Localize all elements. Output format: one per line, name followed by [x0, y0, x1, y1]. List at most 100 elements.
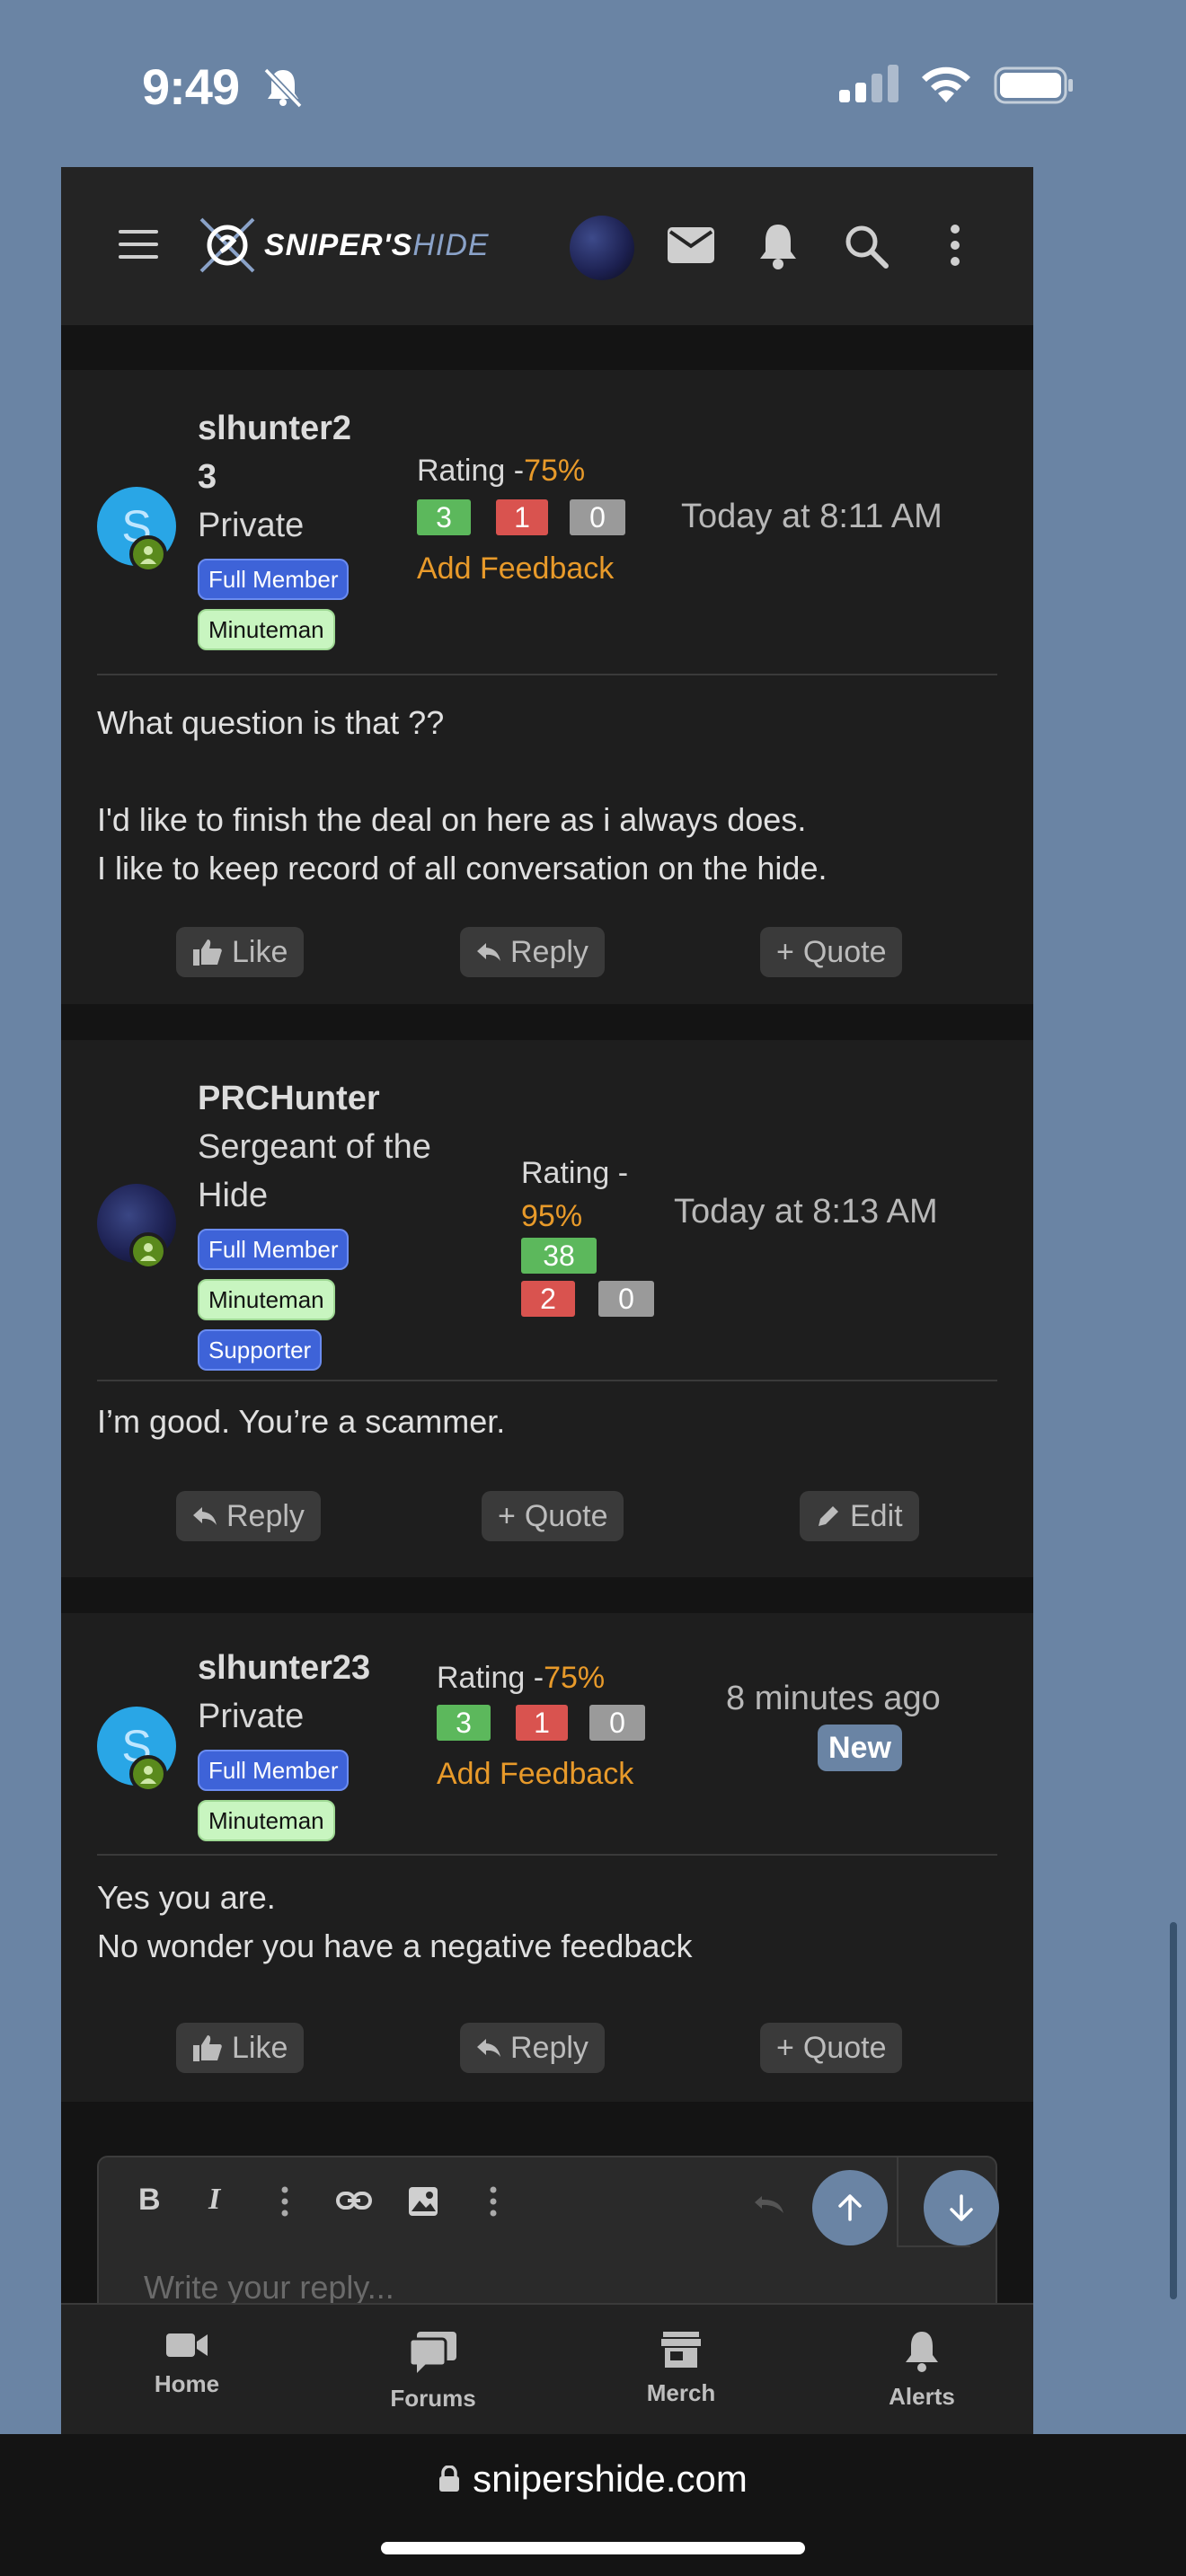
- like-label: Like: [232, 2031, 288, 2065]
- wifi-icon: [922, 66, 970, 102]
- rating-label: Rating -: [521, 1156, 629, 1190]
- page-scrollbar[interactable]: [1170, 1922, 1177, 2299]
- scroll-to-bottom-button[interactable]: [924, 2170, 999, 2245]
- store-icon: [661, 2332, 701, 2368]
- scroll-to-top-button[interactable]: [812, 2170, 888, 2245]
- more-menu-icon[interactable]: [949, 223, 961, 268]
- bold-icon[interactable]: B: [138, 2183, 161, 2218]
- positive-feedback-count[interactable]: 3: [417, 499, 471, 535]
- nav-home-label: Home: [154, 2370, 220, 2397]
- undo-icon[interactable]: [753, 2193, 789, 2215]
- reply-label: Reply: [510, 2031, 589, 2065]
- logo-text-main: SNIPER'S: [264, 227, 413, 262]
- thumbs-up-icon: [193, 2035, 222, 2061]
- hamburger-menu-icon[interactable]: [117, 226, 162, 262]
- positive-feedback-count[interactable]: 3: [437, 1705, 491, 1741]
- username[interactable]: slhunter23: [198, 1644, 370, 1692]
- status-time: 9:49: [142, 58, 240, 115]
- add-feedback-link[interactable]: Add Feedback: [437, 1757, 633, 1792]
- link-icon[interactable]: [336, 2190, 372, 2211]
- quote-button[interactable]: + Quote: [760, 2023, 903, 2073]
- post-prchunter: PRCHunter Sergeant of the Hide Full Memb…: [61, 1040, 1033, 1577]
- nav-merch-label: Merch: [646, 2379, 716, 2406]
- reply-label: Reply: [510, 935, 589, 969]
- notifications-bell-icon[interactable]: [755, 221, 801, 271]
- feedback-rating: Rating -75%: [437, 1656, 605, 1699]
- username[interactable]: PRCHunter: [198, 1074, 380, 1123]
- message-line: I'd like to finish the deal on here as i…: [97, 801, 807, 838]
- badge-full-member: Full Member: [198, 1750, 350, 1791]
- add-feedback-link[interactable]: Add Feedback: [417, 551, 614, 587]
- alerts-bell-icon: [906, 2332, 938, 2372]
- username-line-2: 3: [198, 458, 217, 496]
- user-title: Private: [198, 1698, 305, 1735]
- nav-forums[interactable]: Forums: [361, 2330, 505, 2413]
- online-status-icon: [129, 1755, 167, 1793]
- nav-home[interactable]: Home: [115, 2330, 259, 2398]
- url-text: snipershide.com: [473, 2457, 748, 2500]
- post-message: What question is that ?? I'd like to fin…: [97, 699, 827, 893]
- badge-minuteman: Minuteman: [198, 1800, 335, 1841]
- rating-label: Rating -: [437, 1661, 544, 1695]
- post-date[interactable]: Today at 8:11 AM: [681, 498, 943, 536]
- arrow-up-icon: [838, 2194, 862, 2221]
- quote-button[interactable]: + Quote: [760, 927, 903, 977]
- like-button[interactable]: Like: [176, 2023, 305, 2073]
- user-title-line-2: Hide: [198, 1177, 269, 1214]
- neutral-feedback-count[interactable]: 0: [598, 1281, 654, 1317]
- lock-icon: [439, 2466, 460, 2492]
- message-line: I like to keep record of all conversatio…: [97, 850, 828, 887]
- negative-feedback-count[interactable]: 2: [521, 1281, 575, 1317]
- bottom-nav: Home Forums Merch Alerts: [61, 2303, 1033, 2434]
- rating-percent: 75%: [524, 454, 586, 488]
- user-avatar[interactable]: [570, 216, 634, 280]
- post-divider: [97, 674, 997, 675]
- edit-button[interactable]: Edit: [800, 1491, 919, 1541]
- neutral-feedback-count[interactable]: 0: [570, 499, 625, 535]
- reply-button[interactable]: Reply: [460, 927, 605, 977]
- more-insert-options-icon[interactable]: [489, 2186, 498, 2217]
- italic-icon[interactable]: I: [208, 2183, 220, 2217]
- feedback-rating: Rating - 95%: [521, 1151, 628, 1238]
- home-indicator[interactable]: [381, 2542, 805, 2554]
- plus-icon: +: [498, 1499, 516, 1533]
- feedback-rating: Rating -75%: [417, 449, 585, 492]
- neutral-feedback-count[interactable]: 0: [589, 1705, 645, 1741]
- negative-feedback-count[interactable]: 1: [516, 1705, 568, 1741]
- reply-arrow-icon: [193, 1507, 217, 1525]
- positive-feedback-count[interactable]: 38: [521, 1238, 597, 1274]
- badge-full-member: Full Member: [198, 559, 350, 600]
- site-logo[interactable]: SNIPER'SHIDE: [196, 214, 490, 277]
- message-line: What question is that ??: [97, 704, 445, 741]
- new-post-badge: New: [818, 1725, 902, 1771]
- browser-address-bar: snipershide.com: [0, 2434, 1186, 2576]
- username[interactable]: slhunter2 3: [198, 404, 351, 501]
- nav-merch[interactable]: Merch: [609, 2330, 753, 2407]
- badge-full-member: Full Member: [198, 1229, 350, 1270]
- thumbs-up-icon: [193, 940, 222, 966]
- reply-button[interactable]: Reply: [176, 1491, 321, 1541]
- nav-alerts[interactable]: Alerts: [850, 2330, 994, 2411]
- quote-button[interactable]: + Quote: [482, 1491, 624, 1541]
- quote-label: Quote: [802, 2031, 887, 2065]
- more-text-options-icon[interactable]: [280, 2186, 289, 2217]
- quote-label: Quote: [802, 935, 887, 969]
- user-title: Private: [198, 507, 305, 544]
- arrow-down-icon: [950, 2194, 973, 2221]
- like-label: Like: [232, 935, 288, 969]
- logo-text: SNIPER'SHIDE: [264, 228, 490, 263]
- user-title: Sergeant of the Hide: [198, 1123, 431, 1220]
- reply-button[interactable]: Reply: [460, 2023, 605, 2073]
- like-button[interactable]: Like: [176, 927, 305, 977]
- url-field[interactable]: snipershide.com: [0, 2457, 1186, 2501]
- image-icon[interactable]: [408, 2186, 438, 2217]
- reply-arrow-icon: [477, 943, 500, 961]
- negative-feedback-count[interactable]: 1: [496, 499, 548, 535]
- rating-percent: 75%: [544, 1661, 606, 1695]
- online-status-icon: [129, 535, 167, 573]
- post-date[interactable]: Today at 8:13 AM: [674, 1193, 938, 1231]
- search-icon[interactable]: [843, 223, 890, 269]
- silent-mode-icon: [263, 67, 303, 109]
- inbox-icon[interactable]: [667, 226, 715, 264]
- post-date[interactable]: 8 minutes ago: [726, 1680, 941, 1718]
